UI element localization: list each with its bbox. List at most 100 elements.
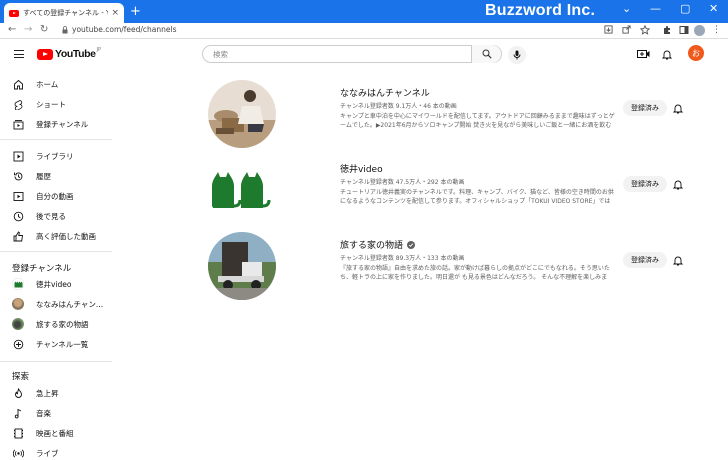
forward-icon[interactable]: → xyxy=(24,24,32,35)
install-icon[interactable] xyxy=(604,25,613,34)
sidebar-item-label: ライブ xyxy=(36,448,59,458)
channel-avatar-large[interactable] xyxy=(208,232,276,300)
channel-meta: チャンネル登録者数 47.5万人・292 本の動画 xyxy=(340,179,465,186)
close-window-icon[interactable]: ✕ xyxy=(709,2,718,15)
sidebar-item-home[interactable]: ホーム xyxy=(0,74,112,94)
channel-description: チュートリアル徳井義実のチャンネルです。料理、キャンプ、バイク、猫など、皆様の空… xyxy=(340,189,614,205)
channel-row: 徳井video チャンネル登録者数 47.5万人・292 本の動画 チュートリア… xyxy=(200,156,700,234)
sidebar-item-tabisuru-ie[interactable]: 旅する家の物語 xyxy=(0,314,112,334)
library-icon xyxy=(12,150,24,162)
channel-name[interactable]: 旅する家の物語 xyxy=(340,238,416,251)
subscribed-button[interactable]: 登録済み xyxy=(623,252,667,268)
sidebar-divider xyxy=(0,139,112,140)
sidebar-item-channel-list[interactable]: チャンネル一覧 xyxy=(0,334,112,354)
channel-avatar xyxy=(12,298,24,310)
sidebar-item-nanamihan[interactable]: ななみはんチャン... xyxy=(0,294,112,314)
bookmark-star-icon[interactable] xyxy=(640,25,650,35)
sidebar-item-movies[interactable]: 映画と番組 xyxy=(0,423,112,443)
yt-header: YouTube JP お xyxy=(0,39,728,69)
lock-icon[interactable] xyxy=(62,26,68,34)
trending-icon xyxy=(12,387,24,399)
menu-icon[interactable] xyxy=(14,50,24,58)
region-code: JP xyxy=(96,47,102,53)
movies-icon xyxy=(12,427,24,439)
browser-profile-avatar[interactable] xyxy=(694,25,705,36)
sidebar-item-label: 高く評価した動画 xyxy=(36,231,96,241)
explore-heading: 探索 xyxy=(12,372,30,382)
sidebar-item-music[interactable]: 音楽 xyxy=(0,403,112,423)
create-button[interactable] xyxy=(636,47,650,61)
sidebar-item-label: 後で見る xyxy=(36,211,66,221)
notification-bell-icon[interactable] xyxy=(672,102,684,114)
sidebar-item-label: 履歴 xyxy=(36,171,51,181)
channel-meta: チャンネル登録者数 89.3万人・133 本の動画 xyxy=(340,255,465,262)
verified-badge-icon xyxy=(407,240,416,249)
sidebar-item-library[interactable]: ライブラリ xyxy=(0,146,112,166)
sidebar-item-live[interactable]: ライブ xyxy=(0,443,112,460)
extensions-icon[interactable] xyxy=(662,25,672,35)
sidebar-item-label: ななみはんチャン... xyxy=(36,299,104,309)
sidebar-item-trending[interactable]: 急上昇 xyxy=(0,383,112,403)
reload-icon[interactable]: ↻ xyxy=(40,24,48,35)
my-videos-icon xyxy=(12,190,24,202)
notification-bell-icon[interactable] xyxy=(672,178,684,190)
channel-meta: チャンネル登録者数 9.1万人・46 本の動画 xyxy=(340,103,457,110)
sidebar-item-history[interactable]: 履歴 xyxy=(0,166,112,186)
sidepanel-icon[interactable] xyxy=(679,25,689,35)
sidebar-item-label: 映画と番組 xyxy=(36,428,74,438)
sidebar-item-label: ホーム xyxy=(36,79,59,89)
sidebar-item-liked[interactable]: 高く評価した動画 xyxy=(0,226,112,246)
subscribed-button[interactable]: 登録済み xyxy=(623,176,667,192)
search-input[interactable] xyxy=(213,48,463,60)
channel-avatar-large[interactable] xyxy=(208,80,276,148)
sidebar-item-tokui-video[interactable]: 徳井video xyxy=(0,274,112,294)
microphone-icon xyxy=(513,50,521,60)
sidebar-divider xyxy=(0,251,112,252)
channel-avatar-large[interactable] xyxy=(208,156,276,224)
tab-title: すべての登録チャンネル - YouTube xyxy=(23,9,109,17)
bell-icon xyxy=(662,50,672,59)
youtube-page: YouTube JP お ホーム ショート xyxy=(0,39,728,460)
notifications-button[interactable] xyxy=(660,47,674,61)
channel-row: 旅する家の物語 チャンネル登録者数 89.3万人・133 本の動画 『旅する家の… xyxy=(200,232,700,310)
music-icon xyxy=(12,407,24,419)
tab-close-icon[interactable]: × xyxy=(111,8,119,18)
sidebar-item-watch-later[interactable]: 後で見る xyxy=(0,206,112,226)
sidebar-item-my-videos[interactable]: 自分の動画 xyxy=(0,186,112,206)
tab-search-icon[interactable]: ⌄ xyxy=(622,2,631,15)
channel-name-text: ななみはんチャンネル xyxy=(340,89,430,99)
channel-description: キャンプと車中泊を中心にマイワールドを配信してます。アウトドアに回顧みるままで趣… xyxy=(340,113,615,129)
notification-bell-icon[interactable] xyxy=(672,254,684,266)
sidebar-item-label: 急上昇 xyxy=(36,388,59,398)
channel-name-text: 旅する家の物語 xyxy=(340,241,404,251)
browser-menu-icon[interactable]: ⋮ xyxy=(712,25,721,35)
page-scrollbar[interactable] xyxy=(722,39,728,460)
search-button[interactable] xyxy=(471,45,501,63)
back-icon[interactable]: ← xyxy=(8,24,16,35)
youtube-play-icon xyxy=(37,48,53,60)
minimize-icon[interactable]: — xyxy=(650,2,661,15)
voice-search-button[interactable] xyxy=(508,46,526,64)
url-field[interactable]: youtube.com/feed/channels xyxy=(72,25,177,34)
sidebar-item-subscriptions[interactable]: 登録チャンネル xyxy=(0,114,112,134)
sidebar-item-label: 徳井video xyxy=(36,279,72,289)
sidebar: ホーム ショート 登録チャンネル ライブラリ 履歴 自分の動画 後で見る 高く評… xyxy=(0,69,112,460)
channel-avatar xyxy=(12,278,24,290)
sidebar-item-label: 旅する家の物語 xyxy=(36,319,89,329)
sidebar-item-label: 自分の動画 xyxy=(36,191,74,201)
share-icon[interactable] xyxy=(622,25,631,34)
sidebar-item-label: 登録チャンネル xyxy=(36,119,89,129)
youtube-logo[interactable]: YouTube JP xyxy=(37,47,102,60)
channel-name[interactable]: ななみはんチャンネル xyxy=(340,86,430,99)
account-avatar[interactable]: お xyxy=(688,45,704,61)
search-box xyxy=(202,45,502,63)
subscribed-button[interactable]: 登録済み xyxy=(623,100,667,116)
sidebar-item-label: 音楽 xyxy=(36,408,51,418)
browser-tab[interactable]: すべての登録チャンネル - YouTube × xyxy=(4,3,124,23)
channel-name[interactable]: 徳井video xyxy=(340,162,383,175)
live-icon xyxy=(12,447,24,459)
maximize-icon[interactable]: ▢ xyxy=(680,2,690,15)
new-tab-button[interactable]: + xyxy=(130,4,141,19)
subscriptions-heading: 登録チャンネル xyxy=(12,264,72,274)
sidebar-item-shorts[interactable]: ショート xyxy=(0,94,112,114)
